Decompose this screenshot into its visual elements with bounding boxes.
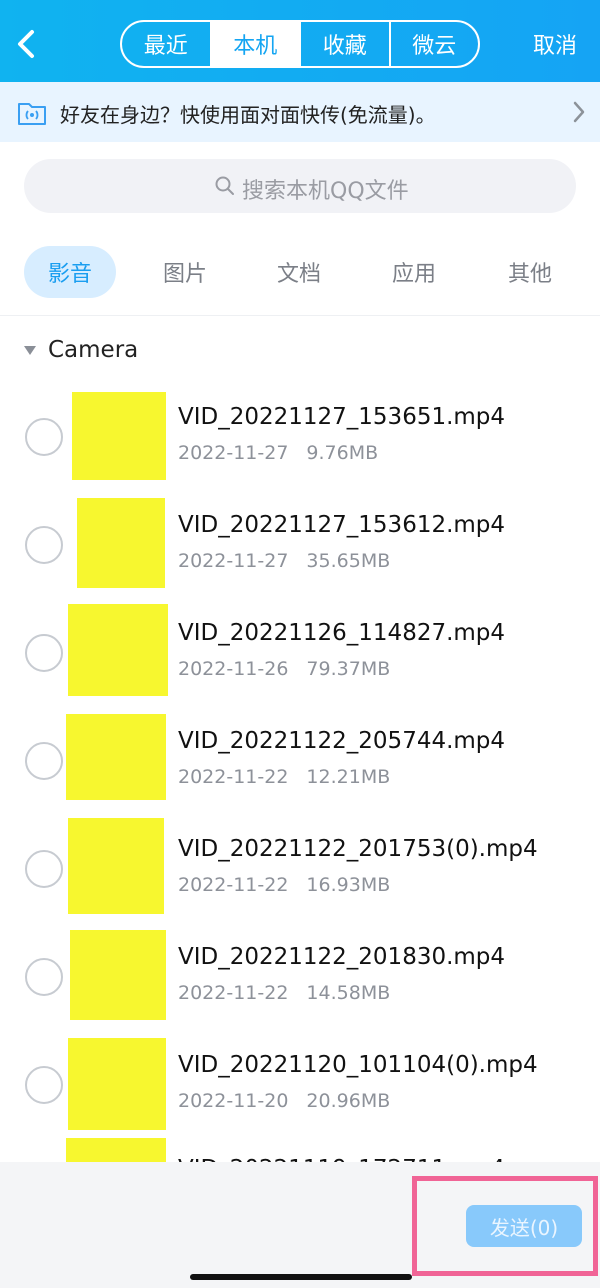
file-date: 2022-11-20	[178, 1090, 289, 1112]
folder-name: Camera	[48, 337, 139, 363]
face-to-face-transfer-icon	[18, 103, 46, 125]
tab-favorites[interactable]: 收藏	[301, 22, 391, 66]
select-radio[interactable]	[25, 958, 63, 996]
chevron-left-icon[interactable]	[8, 24, 48, 64]
file-row[interactable]: VID_20221122_201753(0).mp4 2022-11-22 16.…	[0, 814, 600, 922]
file-meta: 2022-11-22 14.58MB	[178, 982, 390, 1004]
select-radio[interactable]	[25, 850, 63, 888]
source-segmented-control: 最近 本机 收藏 微云	[120, 20, 480, 68]
tab-weiyun[interactable]: 微云	[391, 22, 479, 66]
file-name: VID_20221127_153612.mp4	[178, 512, 506, 538]
search-icon	[215, 176, 234, 195]
tab-local[interactable]: 本机	[211, 22, 301, 66]
file-row[interactable]: VID_20221122_205744.mp4 2022-11-22 12.21M…	[0, 706, 600, 814]
file-date: 2022-11-27	[178, 550, 289, 572]
caret-down-icon	[24, 345, 36, 355]
tab-documents[interactable]: 文档	[253, 246, 345, 298]
select-radio[interactable]	[25, 526, 63, 564]
chevron-right-icon	[573, 101, 585, 123]
category-tabs: 影音 图片 文档 应用 其他	[0, 246, 600, 298]
video-thumbnail	[77, 498, 165, 588]
select-radio[interactable]	[25, 1066, 63, 1104]
file-row[interactable]: VID_20221120_101104(0).mp4 2022-11-20 20.…	[0, 1030, 600, 1138]
video-thumbnail	[68, 604, 168, 696]
search-input[interactable]: 搜索本机QQ文件	[24, 159, 576, 213]
file-name: VID_20221122_205744.mp4	[178, 728, 506, 754]
file-size: 16.93MB	[306, 874, 391, 896]
file-meta: 2022-11-27 9.76MB	[178, 442, 378, 464]
file-name: VID_20221122_201830.mp4	[178, 944, 506, 970]
file-date: 2022-11-26	[178, 658, 289, 680]
tab-apps[interactable]: 应用	[368, 246, 460, 298]
tab-media[interactable]: 影音	[24, 246, 116, 298]
select-radio[interactable]	[25, 634, 63, 672]
file-size: 12.21MB	[306, 766, 391, 788]
tab-images[interactable]: 图片	[139, 246, 231, 298]
home-indicator[interactable]	[190, 1274, 412, 1280]
tab-recent[interactable]: 最近	[122, 22, 212, 66]
video-thumbnail	[66, 714, 166, 800]
file-size: 9.76MB	[306, 442, 379, 464]
file-size: 79.37MB	[306, 658, 391, 680]
send-button[interactable]: 发送(0)	[466, 1205, 582, 1247]
cancel-button[interactable]: 取消	[533, 28, 577, 60]
file-size: 35.65MB	[306, 550, 391, 572]
file-size: 20.96MB	[306, 1090, 391, 1112]
top-bar: 最近 本机 收藏 微云 取消	[0, 0, 600, 82]
face-to-face-banner[interactable]: 好友在身边？快使用面对面快传(免流量)。	[0, 82, 600, 142]
file-meta: 2022-11-20 20.96MB	[178, 1090, 390, 1112]
file-row[interactable]: VID_20221122_201830.mp4 2022-11-22 14.58M…	[0, 922, 600, 1030]
banner-text: 好友在身边？快使用面对面快传(免流量)。	[60, 103, 436, 127]
file-row[interactable]: VID_20221126_114827.mp4 2022-11-26 79.37M…	[0, 598, 600, 706]
file-name: VID_20221127_153651.mp4	[178, 404, 506, 430]
video-thumbnail	[68, 1038, 166, 1130]
file-meta: 2022-11-22 12.21MB	[178, 766, 390, 788]
file-meta: 2022-11-26 79.37MB	[178, 658, 390, 680]
file-meta: 2022-11-27 35.65MB	[178, 550, 390, 572]
file-row[interactable]: VID_20221127_153612.mp4 2022-11-27 35.65M…	[0, 490, 600, 598]
divider	[0, 315, 600, 316]
search-placeholder: 搜索本机QQ文件	[242, 179, 409, 204]
video-thumbnail	[70, 930, 166, 1020]
file-name: VID_20221120_101104(0).mp4	[178, 1052, 538, 1078]
video-thumbnail	[68, 818, 164, 914]
file-date: 2022-11-27	[178, 442, 289, 464]
tab-other[interactable]: 其他	[484, 246, 576, 298]
select-radio[interactable]	[25, 742, 63, 780]
file-row[interactable]: VID_20221127_153651.mp4 2022-11-27 9.76MB	[0, 382, 600, 490]
file-date: 2022-11-22	[178, 766, 289, 788]
file-date: 2022-11-22	[178, 982, 289, 1004]
file-name: VID_20221126_114827.mp4	[178, 620, 506, 646]
file-name: VID_20221122_201753(0).mp4	[178, 836, 538, 862]
file-meta: 2022-11-22 16.93MB	[178, 874, 390, 896]
folder-group-header[interactable]: Camera	[24, 335, 138, 365]
video-thumbnail	[72, 392, 166, 480]
file-date: 2022-11-22	[178, 874, 289, 896]
select-radio[interactable]	[25, 418, 63, 456]
file-size: 14.58MB	[306, 982, 391, 1004]
